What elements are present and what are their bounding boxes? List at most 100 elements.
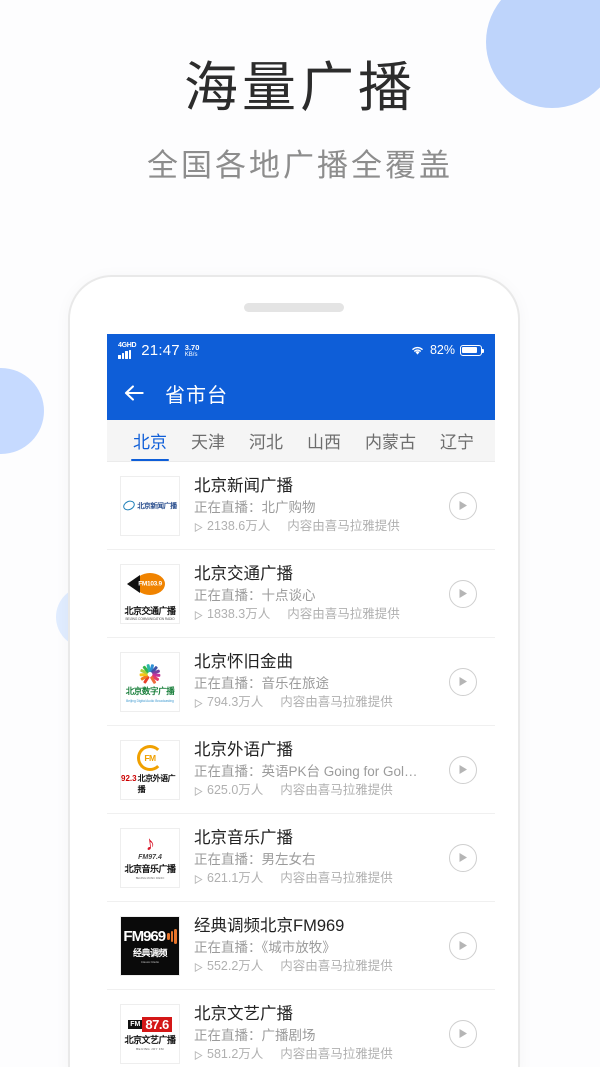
station-logo-cn-text: 北京交通广播	[124, 606, 176, 616]
tab-tianjin[interactable]: 天津	[179, 420, 237, 461]
battery-percent-label: 82%	[429, 343, 455, 357]
tab-beijing[interactable]: 北京	[121, 420, 179, 461]
network-type-label: 4GHD	[118, 341, 137, 349]
station-info: 北京交通广播 正在直播：十点谈心 1838.3万人 内容由喜马拉雅提供	[180, 564, 449, 623]
listeners-play-icon	[194, 786, 203, 796]
station-name: 经典调频北京FM969	[194, 916, 345, 935]
station-logo: FM103.9 北京交通广播 BEIJING COMMUNICATION RAD…	[120, 563, 180, 624]
station-listener-count: 581.2万人	[207, 1047, 264, 1062]
station-provider: 内容由喜马拉雅提供	[287, 519, 400, 534]
station-logo: FM 92.3 北京外语广播	[120, 739, 180, 800]
network-speed-indicator: 3.70 KB/s	[185, 344, 200, 358]
beijing-traffic-radio-logo: FM103.9 北京交通广播 BEIJING COMMUNICATION RAD…	[121, 564, 179, 623]
tab-neimenggu[interactable]: 内蒙古	[353, 420, 428, 461]
list-item[interactable]: 北京新闻广播 北京新闻广播 正在直播：北广购物 2138.6万人 内容由喜马拉雅…	[107, 462, 495, 550]
play-button[interactable]	[449, 579, 477, 608]
station-meta: 621.1万人 内容由喜马拉雅提供	[194, 871, 449, 887]
station-live-program: 正在直播：十点谈心	[194, 587, 316, 603]
station-live-program: 正在直播：《城市放牧》	[194, 939, 336, 955]
play-button[interactable]	[449, 491, 477, 520]
station-provider: 内容由喜马拉雅提供	[280, 783, 393, 798]
listeners-play-icon	[194, 698, 203, 708]
list-item[interactable]: FM969 经典调频 Classic Radio 经典调频北京FM969 正在直…	[107, 902, 495, 990]
listeners-play-icon	[194, 1050, 203, 1060]
battery-icon	[460, 344, 485, 356]
station-listener-count: 794.3万人	[207, 695, 264, 710]
station-meta: 581.2万人 内容由喜马拉雅提供	[194, 1047, 449, 1063]
back-arrow-icon[interactable]	[121, 380, 147, 406]
listeners-play-icon	[194, 874, 203, 884]
play-button[interactable]	[449, 843, 477, 872]
station-logo-fm-text: 92.3	[121, 773, 137, 783]
station-info: 北京怀旧金曲 正在直播：音乐在旅途 794.3万人 内容由喜马拉雅提供	[180, 652, 449, 711]
hero-subtitle: 全国各地广播全覆盖	[147, 148, 453, 184]
station-logo-cn-text: 经典调频	[132, 947, 168, 958]
phone-mockup: 4GHD 21:47 3.70 KB/s 82% 省市台 北京 天津 河北 山西…	[68, 275, 520, 1067]
station-logo-en-text: FM	[144, 752, 156, 763]
play-button[interactable]	[449, 931, 477, 960]
station-name: 北京怀旧金曲	[194, 652, 293, 671]
station-live-program: 正在直播：北广购物	[194, 499, 316, 515]
station-provider: 内容由喜马拉雅提供	[280, 1047, 393, 1062]
play-button[interactable]	[449, 755, 477, 784]
station-provider: 内容由喜马拉雅提供	[280, 959, 393, 974]
music-note-icon: ♪	[143, 832, 157, 856]
station-name: 北京交通广播	[194, 564, 293, 583]
play-icon	[459, 589, 467, 598]
station-listener-count: 1838.3万人	[207, 607, 271, 622]
play-icon	[459, 677, 467, 686]
station-provider: 内容由喜马拉雅提供	[280, 695, 393, 710]
list-item[interactable]: 北京数字广播 Beijing Digital Audio Broadcastin…	[107, 638, 495, 726]
page-title: 省市台	[165, 384, 228, 407]
station-logo: 北京新闻广播	[120, 475, 180, 536]
station-logo-fm-text: FM969	[123, 927, 166, 945]
signal-bars-icon	[118, 349, 131, 359]
radio-station-list[interactable]: 北京新闻广播 北京新闻广播 正在直播：北广购物 2138.6万人 内容由喜马拉雅…	[107, 462, 495, 1067]
station-logo: 北京数字广播 Beijing Digital Audio Broadcastin…	[120, 651, 180, 712]
station-logo: ♪ FM97.4 北京音乐广播 BEIJING MUSIC RADIO	[120, 827, 180, 888]
beijing-foreign-language-radio-logo: FM 92.3 北京外语广播	[121, 744, 179, 795]
station-provider: 内容由喜马拉雅提供	[287, 607, 400, 622]
station-logo-en-text: BEIJING MUSIC RADIO	[135, 876, 165, 880]
station-listener-count: 621.1万人	[207, 871, 264, 886]
station-name: 北京音乐广播	[194, 828, 293, 847]
play-button[interactable]	[449, 667, 477, 696]
status-bar: 4GHD 21:47 3.70 KB/s 82%	[107, 334, 495, 366]
station-meta: 794.3万人 内容由喜马拉雅提供	[194, 695, 449, 711]
station-logo-cn-text: 北京音乐广播	[124, 864, 176, 874]
list-item[interactable]: FM103.9 北京交通广播 BEIJING COMMUNICATION RAD…	[107, 550, 495, 638]
station-provider: 内容由喜马拉雅提供	[280, 871, 393, 886]
province-tab-bar[interactable]: 北京 天津 河北 山西 内蒙古 辽宁 吉林	[107, 420, 495, 462]
beijing-news-radio-logo: 北京新闻广播	[121, 498, 177, 513]
decorative-circle-left-upper	[0, 368, 44, 454]
play-icon	[459, 941, 467, 950]
station-name: 北京新闻广播	[194, 476, 293, 495]
play-button[interactable]	[449, 1019, 477, 1048]
station-info: 北京文艺广播 正在直播：广播剧场 581.2万人 内容由喜马拉雅提供	[180, 1004, 449, 1063]
station-logo-en-text: BEIJING COMMUNICATION RADIO	[125, 617, 175, 621]
beijing-digital-radio-logo: 北京数字广播 Beijing Digital Audio Broadcastin…	[126, 661, 175, 703]
wifi-icon	[412, 346, 423, 355]
sound-wave-icon	[167, 928, 177, 944]
station-logo-en-text: Classic Radio	[140, 959, 160, 964]
tab-shanxi[interactable]: 山西	[295, 420, 353, 461]
list-item[interactable]: FM 87.6 北京文艺广播 BEIJING JOY FM 北京文艺广播 正在直…	[107, 990, 495, 1067]
status-bar-left: 4GHD 21:47 3.70 KB/s	[118, 342, 199, 359]
tab-hebei[interactable]: 河北	[237, 420, 295, 461]
listeners-play-icon	[194, 962, 203, 972]
station-logo: FM969 经典调频 Classic Radio	[120, 915, 180, 976]
station-logo-cn-text: 北京文艺广播	[124, 1034, 176, 1045]
station-name: 北京外语广播	[194, 740, 293, 759]
station-live-program: 正在直播：广播剧场	[194, 1027, 316, 1043]
station-logo-cn-text: 北京外语广播	[137, 773, 176, 794]
station-live-program: 正在直播：音乐在旅途	[194, 675, 329, 691]
phone-screen: 4GHD 21:47 3.70 KB/s 82% 省市台 北京 天津 河北 山西…	[107, 334, 495, 1067]
list-item[interactable]: ♪ FM97.4 北京音乐广播 BEIJING MUSIC RADIO 北京音乐…	[107, 814, 495, 902]
tab-liaoning[interactable]: 辽宁	[428, 420, 486, 461]
station-meta: 2138.6万人 内容由喜马拉雅提供	[194, 519, 449, 535]
station-info: 北京外语广播 正在直播：英语PK台 Going for Gol… 625.0万人…	[180, 740, 449, 799]
station-logo-cn-text: 北京新闻广播	[137, 502, 177, 510]
list-item[interactable]: FM 92.3 北京外语广播 北京外语广播 正在直播：英语PK台 Going f…	[107, 726, 495, 814]
tab-jilin[interactable]: 吉林	[486, 420, 495, 461]
listeners-play-icon	[194, 522, 203, 532]
